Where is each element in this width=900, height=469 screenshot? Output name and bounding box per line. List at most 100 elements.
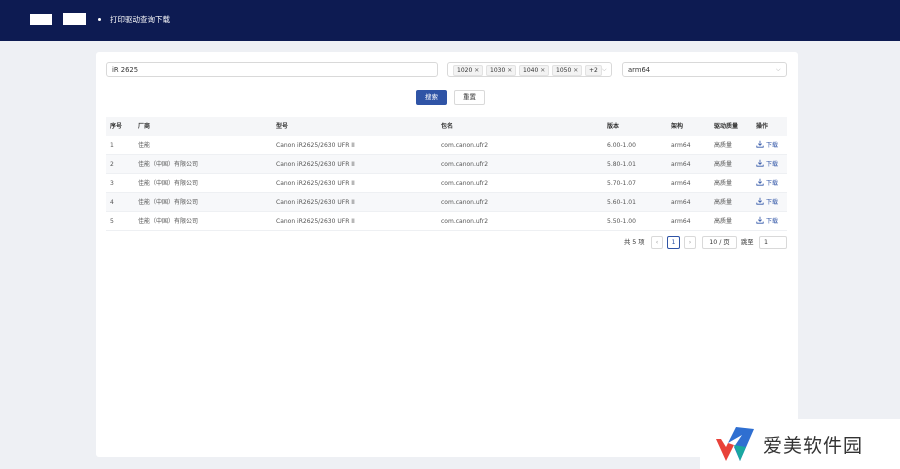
tag-close-icon[interactable]: ✕: [573, 67, 578, 74]
page-1-button[interactable]: 1: [667, 236, 680, 249]
download-link[interactable]: 下载: [756, 212, 778, 231]
col-index: 序号: [110, 123, 123, 130]
cell-package: com.canon.ufr2: [441, 199, 489, 206]
title-bullet-icon: [98, 18, 101, 21]
tag-chip: 1040 ✕: [519, 65, 550, 76]
chevron-down-icon[interactable]: ⌵: [602, 66, 607, 74]
table-row: 3 佳能（中国）有限公司 Canon iR2625/2630 UFR II co…: [106, 174, 787, 193]
download-label: 下载: [766, 161, 779, 168]
cell-quality: 高质量: [714, 161, 733, 168]
cell-model: Canon iR2625/2630 UFR II: [276, 218, 355, 225]
jump-label: 跳至: [741, 239, 754, 246]
table-header-row: 序号 厂商 型号 包名 版本 架构 驱动质量 操作: [106, 117, 787, 136]
more-tags-chip[interactable]: +2: [585, 65, 602, 76]
cell-version: 5.50-1.00: [607, 218, 636, 225]
cell-package: com.canon.ufr2: [441, 142, 489, 149]
col-package: 包名: [441, 123, 454, 130]
logo-left: [30, 14, 52, 25]
cell-package: com.canon.ufr2: [441, 180, 489, 187]
tag-close-icon[interactable]: ✕: [540, 67, 545, 74]
search-button[interactable]: 搜索: [416, 90, 447, 105]
cell-arch: arm64: [671, 218, 691, 225]
table-row: 5 佳能（中国）有限公司 Canon iR2625/2630 UFR II co…: [106, 212, 787, 231]
tag-label: 1050: [556, 67, 572, 74]
cell-index: 4: [110, 199, 114, 206]
col-model: 型号: [276, 123, 289, 130]
main-card: iR 2625 1020 ✕ 1030 ✕ 1040 ✕ 1050 ✕ +2 ⌵ arm…: [96, 52, 798, 457]
next-page-button[interactable]: ›: [684, 236, 696, 249]
cell-vendor: 佳能（中国）有限公司: [138, 161, 199, 168]
cell-index: 5: [110, 218, 114, 225]
cell-quality: 高质量: [714, 199, 733, 206]
cell-version: 5.70-1.07: [607, 180, 636, 187]
download-link[interactable]: 下载: [756, 136, 778, 155]
cell-model: Canon iR2625/2630 UFR II: [276, 199, 355, 206]
search-input[interactable]: iR 2625: [106, 62, 438, 77]
tag-close-icon[interactable]: ✕: [474, 67, 479, 74]
col-vendor: 厂商: [138, 123, 151, 130]
table-row: 2 佳能（中国）有限公司 Canon iR2625/2630 UFR II co…: [106, 155, 787, 174]
page-size-value: 10 / 页: [709, 239, 730, 246]
cell-model: Canon iR2625/2630 UFR II: [276, 180, 355, 187]
col-arch: 架构: [671, 123, 684, 130]
download-link[interactable]: 下载: [756, 155, 778, 174]
download-label: 下载: [766, 180, 779, 187]
download-link[interactable]: 下载: [756, 174, 778, 193]
tag-chip: 1030 ✕: [486, 65, 517, 76]
cell-vendor: 佳能（中国）有限公司: [138, 180, 199, 187]
cell-quality: 高质量: [714, 180, 733, 187]
col-action: 操作: [756, 123, 769, 130]
cell-arch: arm64: [671, 161, 691, 168]
cell-index: 2: [110, 161, 114, 168]
cell-version: 6.00-1.00: [607, 142, 636, 149]
col-quality: 驱动质量: [714, 123, 739, 130]
tag-chip: 1050 ✕: [552, 65, 583, 76]
tag-label: 1020: [457, 67, 473, 74]
table-row: 1 佳能 Canon iR2625/2630 UFR II com.canon.…: [106, 136, 787, 155]
model-tags-select[interactable]: 1020 ✕ 1030 ✕ 1040 ✕ 1050 ✕ +2 ⌵: [447, 62, 612, 77]
table-row: 4 佳能（中国）有限公司 Canon iR2625/2630 UFR II co…: [106, 193, 787, 212]
cell-arch: arm64: [671, 142, 691, 149]
tag-close-icon[interactable]: ✕: [507, 67, 512, 74]
top-header: 打印驱动查询下载: [0, 0, 900, 41]
download-label: 下载: [766, 199, 779, 206]
watermark-text: 爱美软件园: [763, 435, 864, 457]
cell-model: Canon iR2625/2630 UFR II: [276, 161, 355, 168]
cell-vendor: 佳能（中国）有限公司: [138, 199, 199, 206]
cell-arch: arm64: [671, 180, 691, 187]
prev-page-button[interactable]: ‹: [651, 236, 663, 249]
cell-vendor: 佳能: [138, 142, 151, 149]
cell-quality: 高质量: [714, 142, 733, 149]
cell-version: 5.60-1.01: [607, 199, 636, 206]
download-link[interactable]: 下载: [756, 193, 778, 212]
page-title: 打印驱动查询下载: [110, 15, 170, 24]
download-label: 下载: [766, 218, 779, 225]
tag-chip: 1020 ✕: [453, 65, 484, 76]
cell-arch: arm64: [671, 199, 691, 206]
page-size-select[interactable]: 10 / 页: [702, 236, 737, 249]
download-icon: [756, 140, 764, 148]
logo-right: [63, 13, 86, 25]
cell-quality: 高质量: [714, 218, 733, 225]
tag-label: 1030: [490, 67, 506, 74]
col-version: 版本: [607, 123, 620, 130]
download-icon: [756, 216, 764, 224]
jump-page-input[interactable]: 1: [759, 236, 787, 249]
cell-version: 5.80-1.01: [607, 161, 636, 168]
cell-model: Canon iR2625/2630 UFR II: [276, 142, 355, 149]
cell-package: com.canon.ufr2: [441, 218, 489, 225]
download-icon: [756, 197, 764, 205]
cell-vendor: 佳能（中国）有限公司: [138, 218, 199, 225]
watermark: 爱美软件园: [700, 419, 900, 469]
pagination-total: 共 5 项: [624, 239, 645, 246]
download-label: 下载: [766, 142, 779, 149]
cell-index: 1: [110, 142, 114, 149]
download-icon: [756, 178, 764, 186]
reset-button[interactable]: 重置: [454, 90, 485, 105]
download-icon: [756, 159, 764, 167]
arch-select[interactable]: arm64 ⌵: [622, 62, 787, 77]
watermark-logo-icon: [716, 427, 754, 461]
tag-label: 1040: [523, 67, 539, 74]
cell-package: com.canon.ufr2: [441, 161, 489, 168]
chevron-down-icon: ⌵: [776, 66, 781, 73]
